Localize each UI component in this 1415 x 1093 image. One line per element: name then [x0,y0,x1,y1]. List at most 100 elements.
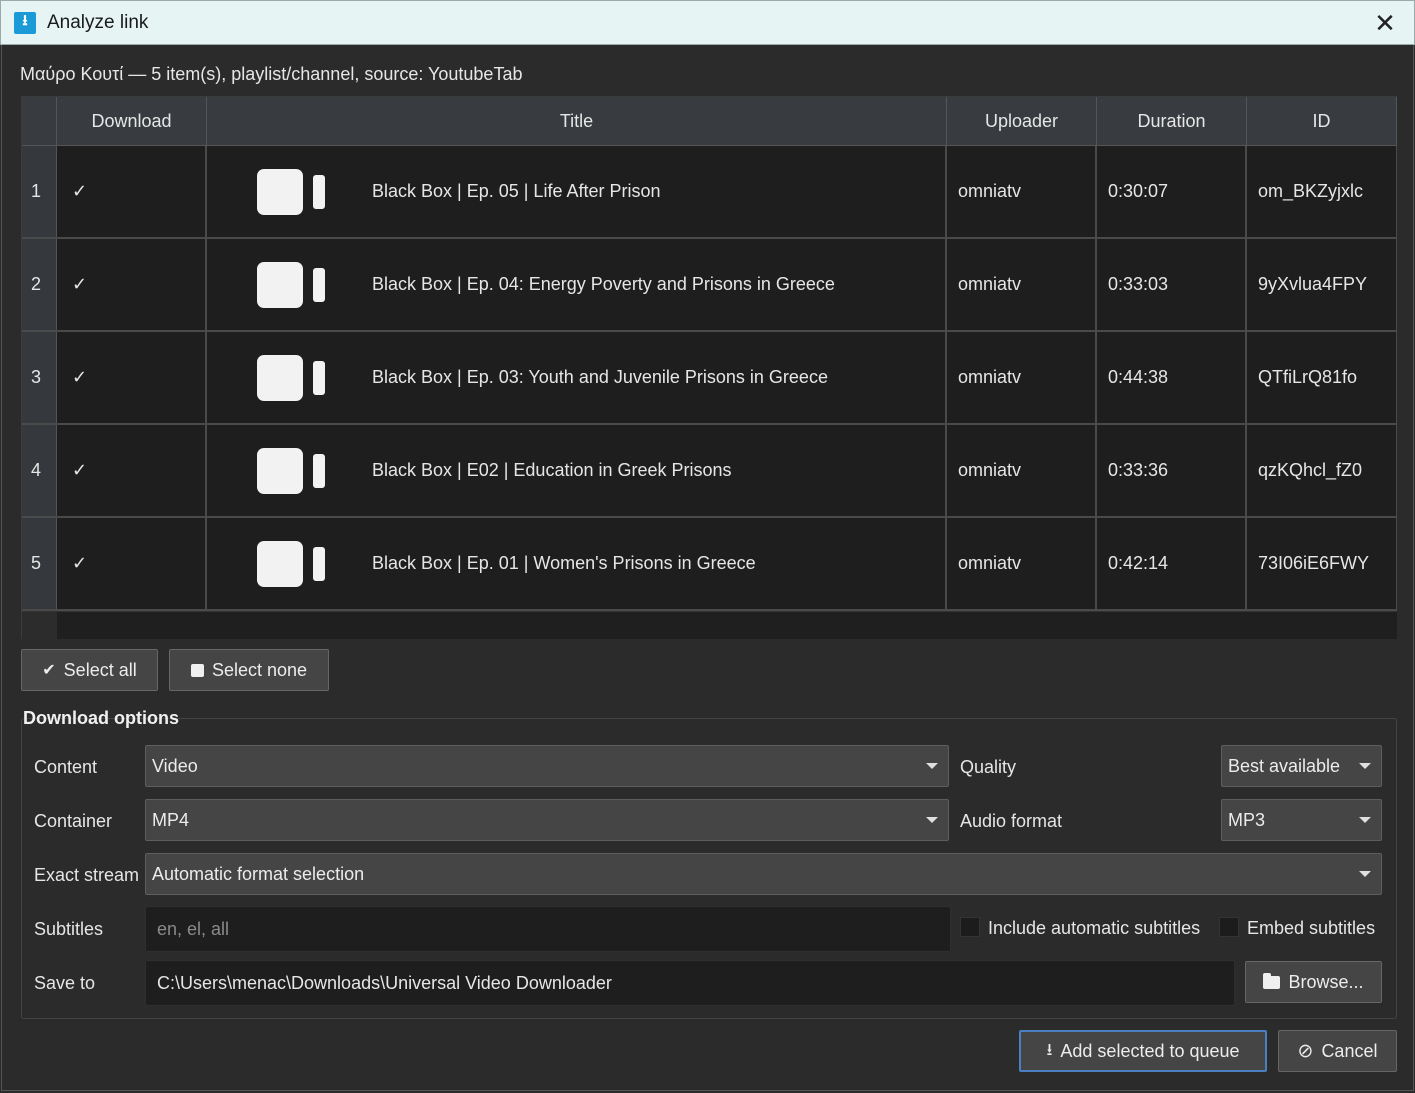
download-cell[interactable]: ✓ [57,146,207,237]
square-icon [190,663,204,677]
audio-format-select[interactable]: MP3 [1221,799,1382,841]
exact-stream-value: Automatic format selection [152,863,365,884]
quality-select[interactable]: Best available [1221,745,1382,787]
uploader-cell[interactable]: omniatv [947,425,1097,516]
id-cell[interactable]: 73I06iE6FWY [1247,518,1397,609]
select-all-label: Select all [63,659,137,680]
id-cell[interactable]: qzKQhcl_fZ0 [1247,425,1397,516]
download-options-heading: Download options [23,708,179,728]
uploader-cell[interactable]: omniatv [947,518,1097,609]
embed-subtitles-checkbox[interactable] [1219,917,1239,937]
video-camera-icon [257,354,327,401]
checkmark-icon: ✓ [72,274,88,294]
header-download[interactable]: Download [57,97,207,146]
audio-format-label: Audio format [960,811,1063,831]
browse-label: Browse... [1288,971,1364,992]
title-cell[interactable]: Black Box | E02 | Education in Greek Pri… [207,425,947,516]
video-camera-icon [257,261,327,308]
title-text: Black Box | Ep. 05 | Life After Prison [372,181,661,201]
window-title: Analyze link [47,11,149,33]
include-auto-subtitles-label[interactable]: Include automatic subtitles [988,918,1200,939]
row-number[interactable]: 5 [22,518,57,609]
title-cell[interactable]: Black Box | Ep. 01 | Women's Prisons in … [207,518,947,609]
video-camera-icon [257,540,327,587]
header-duration[interactable]: Duration [1097,97,1247,146]
select-all-button[interactable]: ✔ Select all [21,649,158,691]
horizontal-scrollbar[interactable] [22,611,1397,640]
download-cell[interactable]: ✓ [57,332,207,423]
header-title[interactable]: Title [207,97,947,146]
duration-cell[interactable]: 0:33:03 [1097,239,1247,330]
chevron-down-icon [1359,817,1371,823]
add-to-queue-button[interactable]: ⭳ Add selected to queue [1019,1030,1267,1072]
content-select[interactable]: Video [145,745,949,787]
table-body: 1 ✓ Black Box | Ep. 05 | Life After Pris… [22,146,1397,611]
id-cell[interactable]: om_BKZyjxlc [1247,146,1397,237]
table-row[interactable]: 1 ✓ Black Box | Ep. 05 | Life After Pris… [22,146,1397,239]
id-cell[interactable]: QTfiLrQ81fo [1247,332,1397,423]
id-cell[interactable]: 9yXvlua4FPY [1247,239,1397,330]
download-cell[interactable]: ✓ [57,425,207,516]
items-table: Download Title Uploader Duration ID 1 ✓ … [21,96,1397,640]
header-uploader[interactable]: Uploader [947,97,1097,146]
cancel-button[interactable]: ⊘ Cancel [1278,1030,1397,1072]
table-row[interactable]: 4 ✓ Black Box | E02 | Education in Greek… [22,425,1397,518]
exact-stream-label: Exact stream [34,865,140,885]
header-id[interactable]: ID [1247,97,1397,146]
uploader-cell[interactable]: omniatv [947,239,1097,330]
browse-button[interactable]: Browse... [1245,961,1382,1003]
container-select[interactable]: MP4 [145,799,949,841]
title-cell[interactable]: Black Box | Ep. 03: Youth and Juvenile P… [207,332,947,423]
row-number[interactable]: 1 [22,146,57,237]
checkmark-icon: ✓ [72,367,88,387]
exact-stream-select[interactable]: Automatic format selection [145,853,1382,895]
download-cell[interactable]: ✓ [57,239,207,330]
content-value: Video [152,755,198,776]
ban-icon: ⊘ [1297,1040,1314,1062]
subtitles-input[interactable]: en, el, all [145,906,951,952]
title-text: Black Box | Ep. 01 | Women's Prisons in … [372,553,756,573]
duration-cell[interactable]: 0:33:36 [1097,425,1247,516]
row-number[interactable]: 3 [22,332,57,423]
corner-header[interactable] [22,97,57,146]
check-double-icon: ✔ [42,662,56,679]
download-icon: ⭳ [1046,1039,1053,1059]
table-row[interactable]: 3 ✓ Black Box | Ep. 03: Youth and Juveni… [22,332,1397,425]
title-text: Black Box | Ep. 04: Energy Poverty and P… [372,274,835,294]
container-label: Container [34,811,113,831]
subtitles-label: Subtitles [34,919,104,939]
title-cell[interactable]: Black Box | Ep. 04: Energy Poverty and P… [207,239,947,330]
select-none-label: Select none [211,659,308,680]
select-none-button[interactable]: Select none [169,649,329,691]
title-text: Black Box | E02 | Education in Greek Pri… [372,460,732,480]
close-button[interactable]: ✕ [1370,8,1400,38]
row-number[interactable]: 2 [22,239,57,330]
cancel-label: Cancel [1321,1040,1378,1061]
uploader-cell[interactable]: omniatv [947,332,1097,423]
content-label: Content [34,757,98,777]
dialog-body: Μαύρο Κουτί — 5 item(s), playlist/channe… [1,45,1414,1091]
save-path-input[interactable]: C:\Users\menac\Downloads\Universal Video… [145,960,1235,1006]
duration-cell[interactable]: 0:44:38 [1097,332,1247,423]
checkmark-icon: ✓ [72,553,88,573]
uploader-cell[interactable]: omniatv [947,146,1097,237]
include-auto-subtitles-checkbox[interactable] [960,917,980,937]
table-header: Download Title Uploader Duration ID [22,97,1397,146]
embed-subtitles-label[interactable]: Embed subtitles [1247,918,1375,939]
download-cell[interactable]: ✓ [57,518,207,609]
summary-text: Μαύρο Κουτί — 5 item(s), playlist/channe… [20,64,523,84]
duration-cell[interactable]: 0:42:14 [1097,518,1247,609]
chevron-down-icon [1359,763,1371,769]
title-text: Black Box | Ep. 03: Youth and Juvenile P… [372,367,828,387]
row-number[interactable]: 4 [22,425,57,516]
video-camera-icon [257,447,327,494]
table-row[interactable]: 2 ✓ Black Box | Ep. 04: Energy Poverty a… [22,239,1397,332]
duration-cell[interactable]: 0:30:07 [1097,146,1247,237]
folder-icon [1263,972,1281,989]
title-cell[interactable]: Black Box | Ep. 05 | Life After Prison [207,146,947,237]
video-camera-icon [257,168,327,215]
audio-format-value: MP3 [1228,809,1266,830]
table-row[interactable]: 5 ✓ Black Box | Ep. 01 | Women's Prisons… [22,518,1397,611]
chevron-down-icon [926,817,938,823]
download-app-icon: ⭳ [14,11,36,34]
